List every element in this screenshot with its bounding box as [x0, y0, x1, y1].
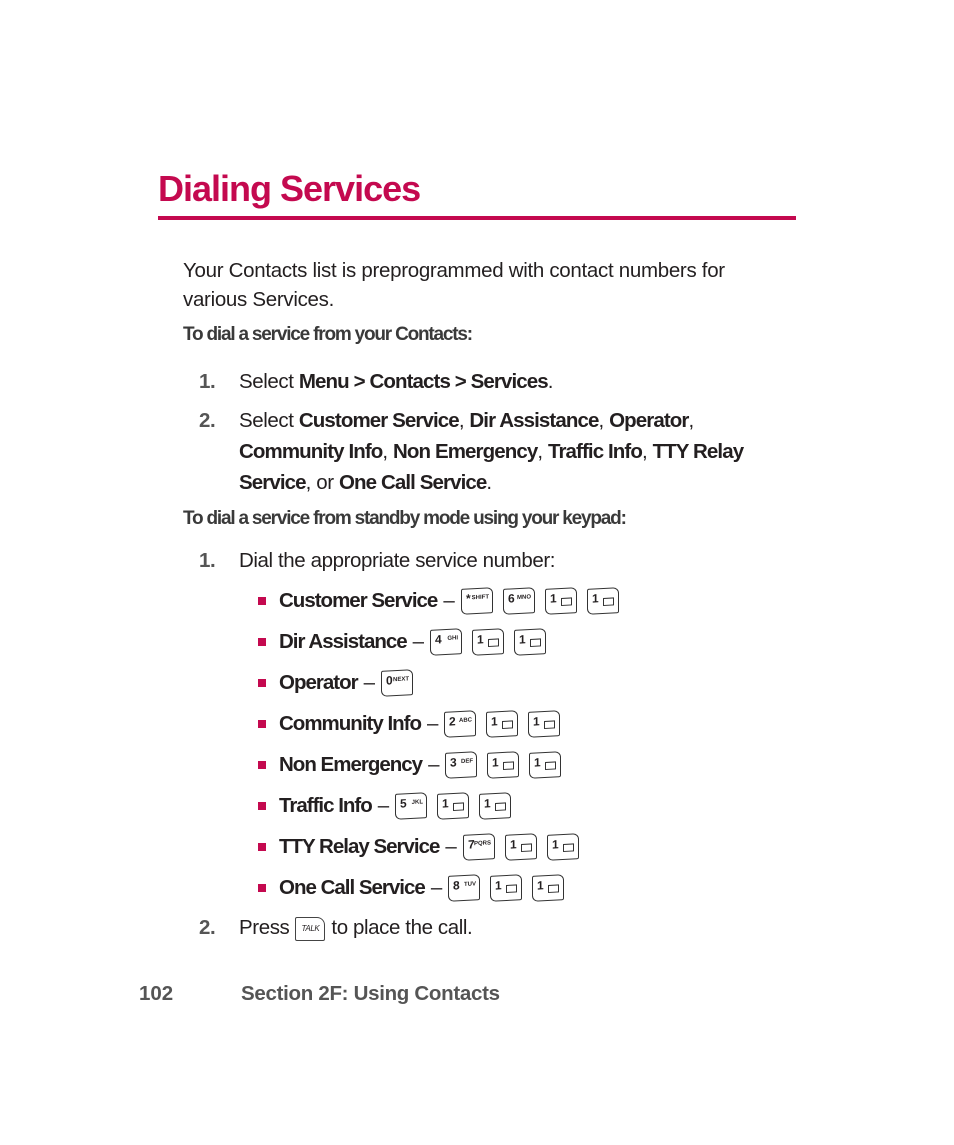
service-item: One Call Service –8 TUV 1 1 [258, 873, 574, 903]
keypad-key-1-icon: 1 [487, 751, 520, 779]
bullet-icon [258, 802, 266, 810]
envelope-icon [562, 843, 574, 852]
service-item: TTY Relay Service –7 PQRS 1 1 [258, 832, 589, 862]
dash: – [427, 712, 439, 735]
talk-key-icon: TALK [295, 916, 326, 941]
section-heading-contacts: To dial a service from your Contacts: [183, 324, 473, 345]
service-name: One Call Service [279, 876, 426, 899]
dash: – [412, 630, 425, 653]
service-name: Non Emergency [279, 753, 423, 776]
envelope-icon [544, 720, 556, 729]
keypad-key-6-icon: 6 MNO [502, 587, 535, 615]
envelope-icon [503, 761, 515, 770]
title-divider [158, 216, 796, 220]
service-item: Community Info –2 ABC 1 1 [258, 709, 570, 739]
service-name: Operator [279, 671, 359, 694]
envelope-icon [488, 638, 500, 647]
keypad-key-0-icon: 0 NEXT [380, 669, 413, 697]
bullet-icon [258, 761, 266, 769]
service-name: TTY Relay Service [279, 835, 440, 858]
envelope-icon [602, 597, 614, 606]
keypad-key-2-icon: 2 ABC [444, 710, 477, 738]
step-number: 1. [199, 549, 216, 572]
bullet-icon [258, 638, 266, 646]
dash: – [363, 671, 375, 694]
service-option: Non Emergency [393, 440, 538, 463]
step-text: Select Menu > Contacts > Services. [239, 370, 554, 393]
step-number: 2. [199, 409, 216, 432]
keypad-key-1-icon: 1 [546, 833, 579, 861]
service-option: One Call Service [338, 471, 487, 494]
service-item: Traffic Info –5 JKL 1 1 [258, 791, 521, 821]
dash: – [443, 589, 455, 612]
keypad-key-4-icon: 4 GHI [430, 628, 463, 656]
keypad-key-1-icon: 1 [437, 792, 470, 820]
service-item: Non Emergency –3 DEF 1 1 [258, 750, 571, 780]
step-text: Press TALK to place the call. [239, 916, 473, 941]
intro-paragraph: Your Contacts list is preprogrammed with… [183, 259, 725, 311]
keypad-key-5-icon: 5 JKL [395, 792, 428, 820]
page-number: 102 [139, 982, 174, 1005]
keypad-key-3-icon: 3 DEF [445, 751, 478, 779]
service-option: Dir Assistance [469, 409, 599, 432]
keypad-key-1-icon: 1 [528, 710, 561, 738]
keypad-key-1-icon: 1 [544, 587, 577, 615]
service-name: Dir Assistance [279, 630, 408, 653]
service-name: Traffic Info [279, 794, 373, 817]
service-option: Community Info [239, 440, 383, 463]
service-option: Traffic Info [547, 440, 643, 463]
service-item: Operator –0 NEXT [258, 668, 423, 698]
keypad-key-1-icon: 1 [490, 874, 523, 902]
keypad-key-1-icon: 1 [586, 587, 619, 615]
envelope-icon [502, 720, 514, 729]
bullet-icon [258, 720, 266, 728]
service-name: Customer Service [279, 589, 438, 612]
dash: – [428, 753, 440, 776]
bullet-icon [258, 597, 266, 605]
page-title: Dialing Services [158, 168, 421, 209]
keypad-key-*-icon: * SHIFT [460, 587, 493, 615]
service-option: Operator [609, 409, 689, 432]
envelope-icon [548, 884, 560, 893]
envelope-icon [453, 802, 465, 811]
service-item: Customer Service – * SHIFT 6 MNO 1 1 [258, 586, 629, 616]
envelope-icon [520, 843, 532, 852]
bullet-icon [258, 679, 266, 687]
envelope-icon [495, 802, 507, 811]
section-heading-keypad: To dial a service from standby mode usin… [183, 508, 627, 529]
keypad-key-7-icon: 7 PQRS [462, 833, 495, 861]
bullet-icon [258, 843, 266, 851]
step-number: 1. [199, 370, 216, 393]
envelope-icon [530, 638, 542, 647]
step-text: Dial the appropriate service number: [239, 549, 556, 572]
keypad-key-1-icon: 1 [532, 874, 565, 902]
keypad-key-8-icon: 8 TUV [448, 874, 481, 902]
dash: – [430, 876, 443, 899]
bullet-icon [258, 884, 266, 892]
keypad-key-1-icon: 1 [514, 628, 547, 656]
envelope-icon [545, 761, 557, 770]
service-option: Customer Service [298, 409, 460, 432]
keypad-key-1-icon: 1 [486, 710, 519, 738]
envelope-icon [560, 597, 572, 606]
service-item: Dir Assistance –4 GHI 1 1 [258, 627, 556, 657]
keypad-key-1-icon: 1 [529, 751, 562, 779]
keypad-key-1-icon: 1 [479, 792, 512, 820]
keypad-key-1-icon: 1 [504, 833, 537, 861]
dash: – [377, 794, 390, 817]
step-text: Select Customer Service, Dir Assistance,… [239, 409, 744, 494]
service-name: Community Info [279, 712, 422, 735]
dash: – [445, 835, 457, 858]
section-footer: Section 2F: Using Contacts [241, 982, 500, 1005]
keypad-key-1-icon: 1 [472, 628, 505, 656]
step-number: 2. [199, 916, 216, 939]
envelope-icon [506, 884, 518, 893]
